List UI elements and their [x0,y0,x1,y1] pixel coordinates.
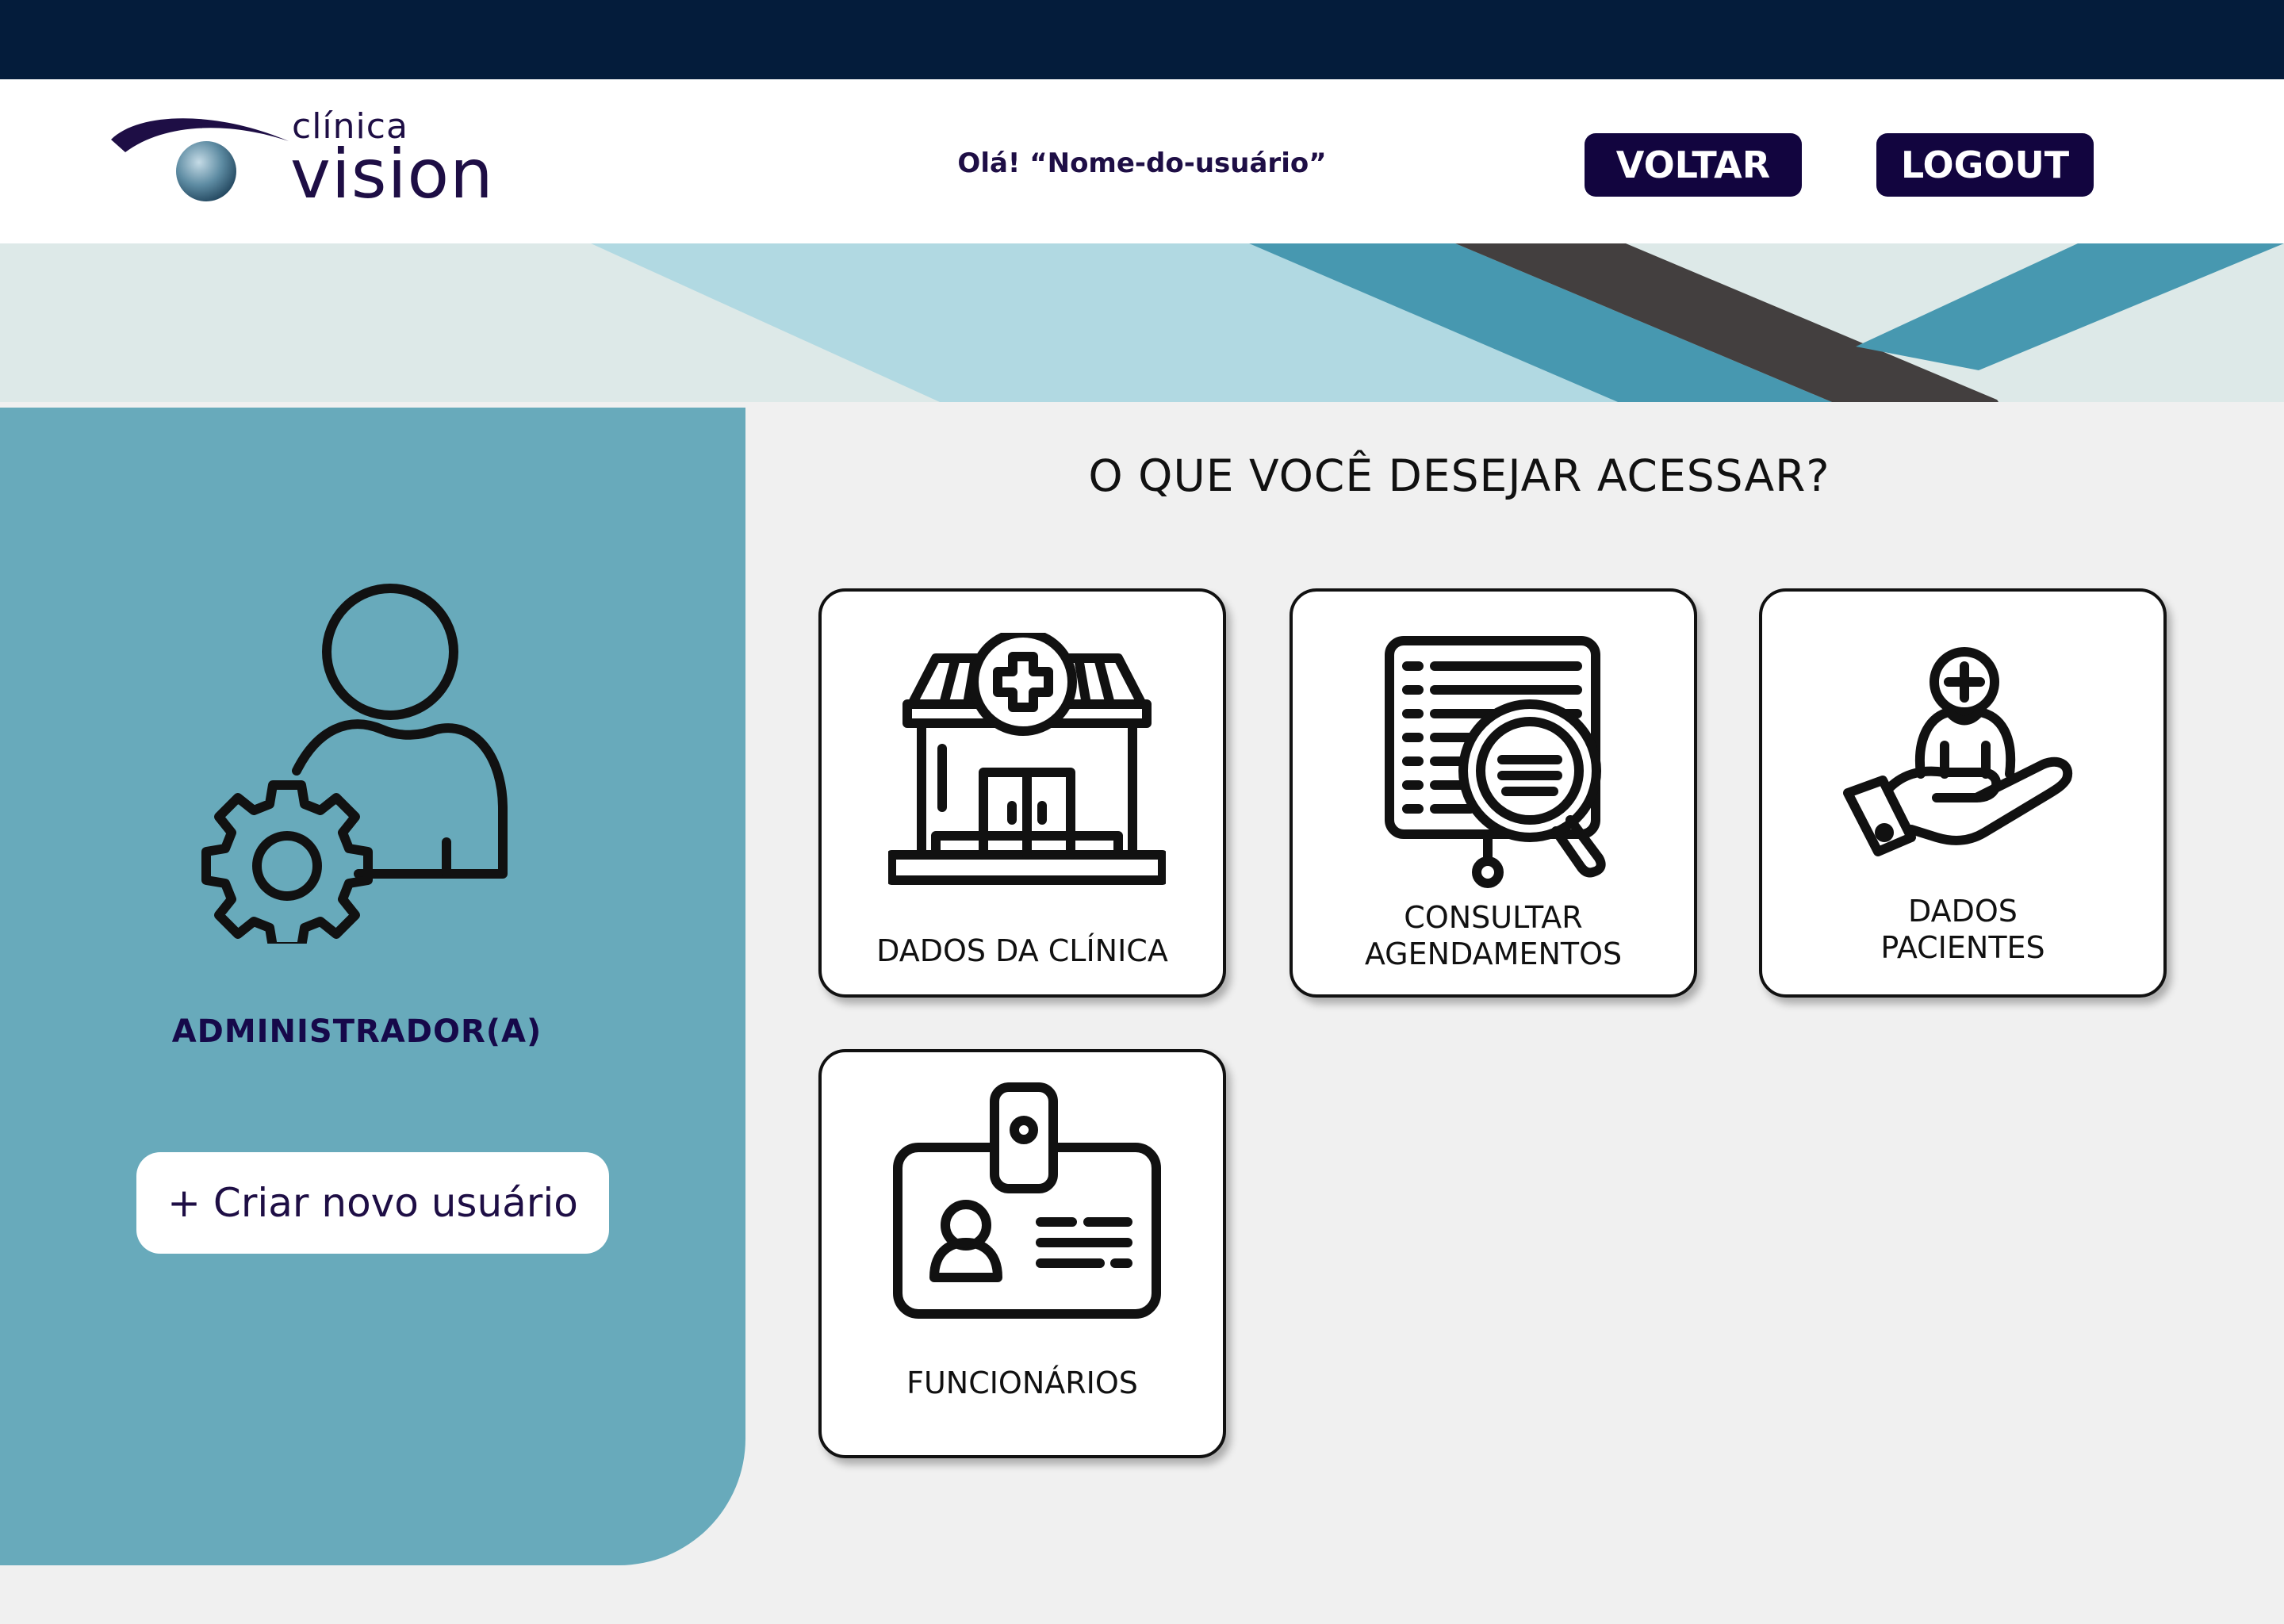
logout-button[interactable]: LOGOUT [1876,133,2094,197]
card-patient-data[interactable]: DADOS PACIENTES [1759,588,2167,998]
clinic-building-icon [888,633,1166,885]
decorative-banner [0,243,2284,402]
schedule-search-icon [1385,636,1606,888]
card-label: FUNCIONÁRIOS [906,1365,1138,1400]
card-label: DADOS PACIENTES [1880,894,2045,965]
back-button[interactable]: VOLTAR [1585,133,1802,197]
card-clinic-data[interactable]: DADOS DA CLÍNICA [818,588,1226,998]
top-bar [0,0,2284,79]
role-label: ADMINISTRADOR(A) [171,1013,542,1050]
employee-badge-icon [893,1082,1161,1319]
user-greeting: Olá! “Nome-do-usuário” [957,147,1327,179]
card-label: DADOS DA CLÍNICA [876,933,1168,968]
patient-care-icon [1843,647,2073,856]
card-employees[interactable]: FUNCIONÁRIOS [818,1049,1226,1458]
logo-text-vision: vision [290,135,494,214]
card-consult-appointments[interactable]: CONSULTAR AGENDAMENTOS [1290,588,1697,998]
admin-user-gear-icon [201,584,508,944]
card-label: CONSULTAR AGENDAMENTOS [1364,900,1623,971]
create-user-button[interactable]: + Criar novo usuário [136,1152,609,1254]
page-question: O QUE VOCÊ DESEJAR ACESSAR? [1088,450,1830,501]
